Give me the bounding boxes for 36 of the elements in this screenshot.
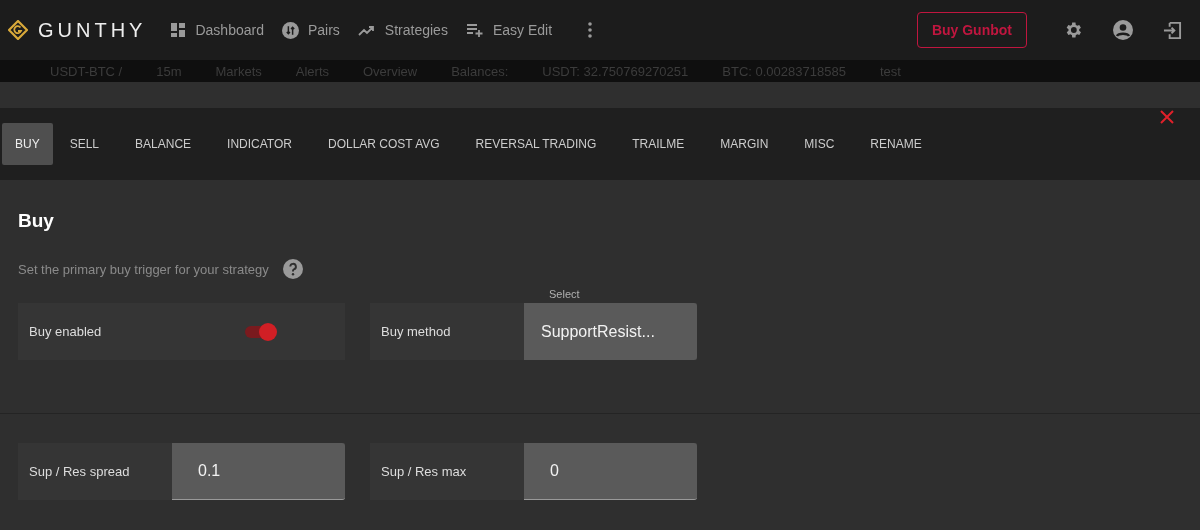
field-label: Buy enabled	[28, 324, 103, 339]
tab[interactable]: DOLLAR COST AVG	[312, 123, 456, 165]
nav-link[interactable]: Dashboard	[170, 22, 264, 38]
nav-link[interactable]: Strategies	[357, 22, 448, 38]
tab[interactable]: BUY	[2, 123, 53, 165]
section-description: Set the primary buy trigger for your strategy	[18, 261, 269, 277]
tab[interactable]: MISC	[788, 123, 851, 165]
tab[interactable]: SELL	[53, 123, 116, 165]
dashboard-icon	[170, 22, 187, 38]
logout-icon[interactable]	[1163, 20, 1182, 40]
field-label: Buy method	[380, 324, 452, 339]
tab[interactable]: REVERSAL TRADING	[459, 123, 613, 165]
tab[interactable]: MARGIN	[704, 123, 785, 165]
brand-name: GUNTHY	[38, 18, 147, 42]
field-label: Sup / Res spread	[28, 464, 131, 479]
swap-arrows-icon	[281, 21, 299, 39]
more-menu-icon[interactable]	[588, 22, 593, 38]
tab[interactable]: INDICATOR	[211, 123, 308, 165]
trending-up-icon	[357, 24, 376, 36]
tab[interactable]: TRAILME	[616, 123, 701, 165]
input-field[interactable]: 0	[524, 443, 697, 500]
field-label: Sup / Res max	[380, 464, 468, 479]
tab[interactable]: BALANCE	[119, 123, 208, 165]
nav-link[interactable]: Pairs	[281, 21, 340, 39]
account-icon[interactable]	[1113, 20, 1133, 40]
nav-link[interactable]: Easy Edit	[465, 22, 553, 38]
playlist-add-icon	[465, 23, 484, 37]
close-icon[interactable]	[1160, 110, 1174, 124]
floating-label: Select	[549, 288, 580, 301]
input-field[interactable]: 0.1	[172, 443, 345, 500]
help-icon[interactable]	[282, 259, 303, 279]
select-field[interactable]: SupportResist...	[524, 303, 697, 360]
tab[interactable]: RENAME	[854, 123, 938, 165]
section-title: Buy	[18, 209, 55, 232]
toggle-switch[interactable]	[245, 325, 275, 338]
diamond-logo-icon	[8, 20, 28, 40]
